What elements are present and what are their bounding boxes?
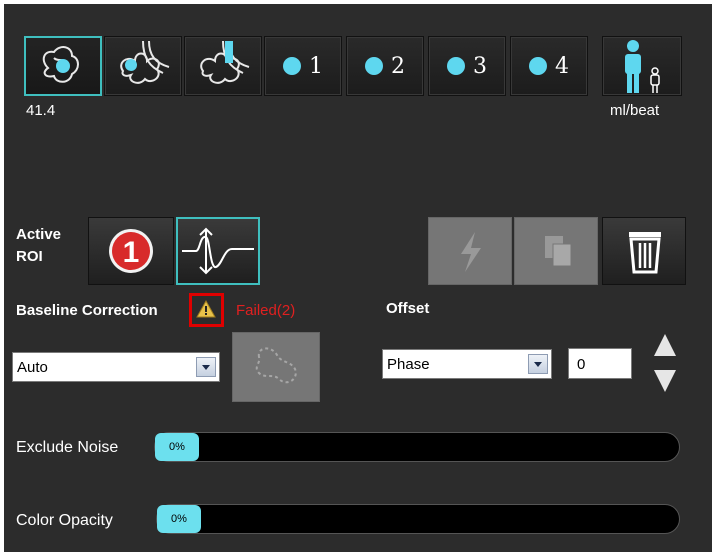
color-opacity-thumb[interactable]: 0% xyxy=(157,505,201,533)
color-opacity-label: Color Opacity xyxy=(16,512,113,529)
flow-value: 41.4 xyxy=(26,102,56,119)
flow-analysis-panel: 1 2 3 4 41.4 ml/beat Active ROI 1 Baseli… xyxy=(4,4,712,552)
vessel-branch-icon xyxy=(120,40,170,84)
trash-icon xyxy=(629,232,661,274)
offset-value-text: 0 xyxy=(577,356,586,373)
exclude-noise-thumb[interactable]: 0% xyxy=(155,433,199,461)
baseline-status: Failed(2) xyxy=(236,302,296,319)
flow-view-branch-button[interactable] xyxy=(104,36,182,96)
person-icon xyxy=(625,40,660,93)
offset-value-field[interactable]: 0 xyxy=(568,348,632,379)
offset-label: Offset xyxy=(386,300,430,317)
offset-mode-select[interactable]: Phase xyxy=(382,349,552,379)
dashed-roi-icon xyxy=(255,347,297,384)
roi-1-button[interactable]: 1 xyxy=(264,36,342,96)
roi-number: 1 xyxy=(309,53,323,79)
roi-3-button[interactable]: 3 xyxy=(428,36,506,96)
heart-vessels-icon xyxy=(42,46,79,83)
active-roi-number-button[interactable]: 1 xyxy=(88,217,174,285)
roi-2-button[interactable]: 2 xyxy=(346,36,424,96)
roi-dot-icon xyxy=(283,57,301,75)
roi-number: 3 xyxy=(473,53,487,79)
roi-dot-icon xyxy=(529,57,547,75)
flow-view-branch-alt-button[interactable] xyxy=(184,36,262,96)
lightning-icon xyxy=(461,232,481,272)
arrow-up-icon xyxy=(654,334,676,356)
roi-number: 4 xyxy=(555,53,569,79)
copy-pages-icon xyxy=(545,236,572,267)
active-roi-label-2: ROI xyxy=(16,248,43,265)
flow-view-heart-button[interactable] xyxy=(24,36,102,96)
roi-dot-icon xyxy=(447,57,465,75)
arrow-down-icon xyxy=(654,370,676,392)
patient-units-button[interactable] xyxy=(602,36,682,96)
roi-number: 2 xyxy=(391,53,405,79)
chevron-down-icon xyxy=(196,357,216,377)
baseline-correction-label: Baseline Correction xyxy=(16,302,158,319)
copy-button[interactable] xyxy=(514,217,598,285)
flow-curve-icon xyxy=(182,227,254,275)
roi-number-badge-icon: 1 xyxy=(109,229,153,273)
offset-mode-value: Phase xyxy=(387,356,430,373)
delete-button[interactable] xyxy=(602,217,686,285)
svg-text:1: 1 xyxy=(123,236,140,269)
warning-icon[interactable] xyxy=(196,300,216,318)
roi-dot-icon xyxy=(365,57,383,75)
baseline-mode-select[interactable]: Auto xyxy=(12,352,220,382)
color-opacity-slider[interactable]: 0% xyxy=(156,504,680,534)
vessel-branch-alt-icon xyxy=(200,40,250,84)
units-label: ml/beat xyxy=(610,102,660,119)
auto-segment-button[interactable] xyxy=(428,217,512,285)
offset-stepper[interactable] xyxy=(652,332,678,394)
roi-4-button[interactable]: 4 xyxy=(510,36,588,96)
exclude-noise-slider[interactable]: 0% xyxy=(154,432,680,462)
exclude-noise-label: Exclude Noise xyxy=(16,439,119,456)
baseline-mode-value: Auto xyxy=(17,359,48,376)
roi-shape-button[interactable] xyxy=(232,332,320,402)
flow-curve-button[interactable] xyxy=(176,217,260,285)
active-roi-label-1: Active xyxy=(16,226,62,243)
chevron-down-icon xyxy=(528,354,548,374)
